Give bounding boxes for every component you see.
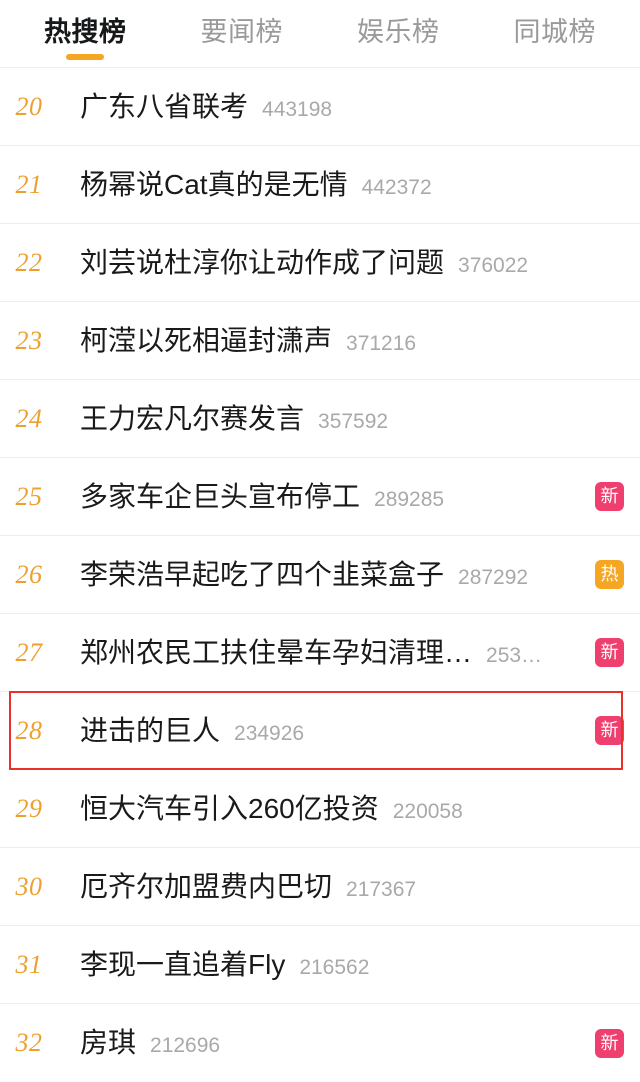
hot-search-list: 20 广东八省联考 443198 21 杨幂说Cat真的是无情 442372 22 刘芸说杜淳…	[0, 68, 640, 1082]
row-title[interactable]: 广东八省联考	[80, 90, 248, 124]
hot-search-row[interactable]: 25 多家车企巨头宣布停工 289285 新	[0, 458, 640, 536]
new-badge: 新	[595, 638, 624, 667]
tab-label: 同城榜	[513, 17, 596, 47]
row-title[interactable]: 郑州农民工扶住晕车孕妇清理…	[80, 636, 472, 670]
row-content[interactable]: 厄齐尔加盟费内巴切 217367	[58, 870, 585, 904]
hot-search-row[interactable]: 30 厄齐尔加盟费内巴切 217367	[0, 848, 640, 926]
row-title[interactable]: 李现一直追着Fly	[80, 948, 285, 982]
hot-search-row[interactable]: 23 柯滢以死相逼封潇声 371216	[0, 302, 640, 380]
row-content[interactable]: 杨幂说Cat真的是无情 442372	[58, 168, 585, 202]
row-heat-count: 234926	[234, 721, 305, 745]
row-heat-count: 357592	[318, 409, 389, 433]
row-title[interactable]: 多家车企巨头宣布停工	[80, 480, 360, 514]
row-content[interactable]: 李现一直追着Fly 216562	[58, 948, 585, 982]
new-badge: 新	[595, 716, 624, 745]
hot-search-row[interactable]: 32 房琪 212696 新	[0, 1004, 640, 1082]
row-rank: 30	[15, 871, 43, 901]
row-heat-count: 217367	[346, 877, 417, 901]
row-rank: 25	[15, 481, 43, 511]
row-heat-count: 442372	[361, 175, 432, 199]
row-content[interactable]: 进击的巨人 234926	[58, 714, 585, 748]
row-heat-count: 376022	[458, 253, 529, 277]
row-content[interactable]: 郑州农民工扶住晕车孕妇清理… 253…	[58, 636, 585, 670]
row-rank: 21	[15, 169, 43, 199]
row-title[interactable]: 杨幂说Cat真的是无情	[80, 168, 348, 202]
hot-search-row[interactable]: 22 刘芸说杜淳你让动作成了问题 376022	[0, 224, 640, 302]
row-heat-count: 443198	[262, 97, 333, 121]
row-heat-count: 289285	[374, 487, 445, 511]
row-title[interactable]: 恒大汽车引入260亿投资	[80, 792, 379, 826]
hot-search-row[interactable]: 31 李现一直追着Fly 216562	[0, 926, 640, 1004]
row-content[interactable]: 柯滢以死相逼封潇声 371216	[58, 324, 585, 358]
row-title[interactable]: 进击的巨人	[80, 714, 220, 748]
row-heat-count: 212696	[150, 1034, 221, 1057]
hot-search-row[interactable]: 29 恒大汽车引入260亿投资 220058	[0, 770, 640, 848]
new-badge: 新	[595, 1028, 624, 1058]
row-rank: 22	[15, 247, 43, 277]
hot-badge: 热	[595, 560, 624, 589]
tab-label: 热搜榜	[44, 17, 127, 47]
new-badge: 新	[595, 482, 624, 511]
tab-label: 要闻榜	[200, 17, 283, 47]
row-title[interactable]: 房琪	[80, 1026, 136, 1060]
row-content[interactable]: 多家车企巨头宣布停工 289285	[58, 480, 585, 514]
row-content[interactable]: 房琪 212696	[58, 1026, 585, 1060]
row-rank: 23	[15, 325, 43, 355]
row-heat-count: 371216	[346, 331, 417, 355]
row-content[interactable]: 李荣浩早起吃了四个韭菜盒子 287292	[58, 558, 585, 592]
row-content[interactable]: 王力宏凡尔赛发言 357592	[58, 402, 585, 436]
tab-1-active[interactable]: 热搜榜	[44, 0, 127, 60]
row-rank: 28	[15, 715, 43, 745]
row-title[interactable]: 柯滢以死相逼封潇声	[80, 324, 332, 358]
tab-4[interactable]: 同城榜	[514, 0, 597, 48]
active-tab-underline	[66, 54, 105, 60]
row-title[interactable]: 刘芸说杜淳你让动作成了问题	[80, 246, 444, 280]
tab-3[interactable]: 娱乐榜	[357, 0, 440, 48]
row-rank: 32	[15, 1028, 43, 1057]
row-heat-count: 287292	[458, 565, 529, 589]
row-rank: 29	[15, 793, 43, 823]
row-heat-count: 220058	[392, 799, 463, 823]
row-content[interactable]: 恒大汽车引入260亿投资 220058	[58, 792, 585, 826]
hot-search-row[interactable]: 21 杨幂说Cat真的是无情 442372	[0, 146, 640, 224]
row-title[interactable]: 李荣浩早起吃了四个韭菜盒子	[80, 558, 444, 592]
hot-search-row[interactable]: 28 进击的巨人 234926 新	[0, 691, 640, 770]
hot-search-row[interactable]: 24 王力宏凡尔赛发言 357592	[0, 380, 640, 458]
row-rank: 24	[15, 403, 43, 433]
row-rank: 26	[15, 559, 43, 589]
row-title[interactable]: 王力宏凡尔赛发言	[80, 402, 304, 436]
row-rank: 31	[15, 949, 43, 979]
tab-label: 娱乐榜	[357, 17, 440, 47]
hot-search-row[interactable]: 26 李荣浩早起吃了四个韭菜盒子 287292 热	[0, 536, 640, 614]
row-content[interactable]: 广东八省联考 443198	[58, 90, 585, 124]
row-heat-count: 253…	[486, 643, 543, 667]
row-rank: 20	[15, 91, 43, 121]
row-content[interactable]: 刘芸说杜淳你让动作成了问题 376022	[58, 246, 585, 280]
board-tab-bar: 热搜榜 要闻榜 娱乐榜 同城榜	[0, 0, 640, 68]
tab-2[interactable]: 要闻榜	[201, 0, 284, 48]
hot-search-board-screen: 热搜榜 要闻榜 娱乐榜 同城榜 20 广东八省联考 443198 21 杨幂说Cat真的是无情…	[0, 0, 640, 1082]
hot-search-row[interactable]: 27 郑州农民工扶住晕车孕妇清理… 253… 新	[0, 614, 640, 692]
row-rank: 27	[15, 637, 43, 667]
hot-search-row[interactable]: 20 广东八省联考 443198	[0, 68, 640, 146]
row-title[interactable]: 厄齐尔加盟费内巴切	[80, 870, 332, 904]
row-heat-count: 216562	[299, 955, 370, 979]
